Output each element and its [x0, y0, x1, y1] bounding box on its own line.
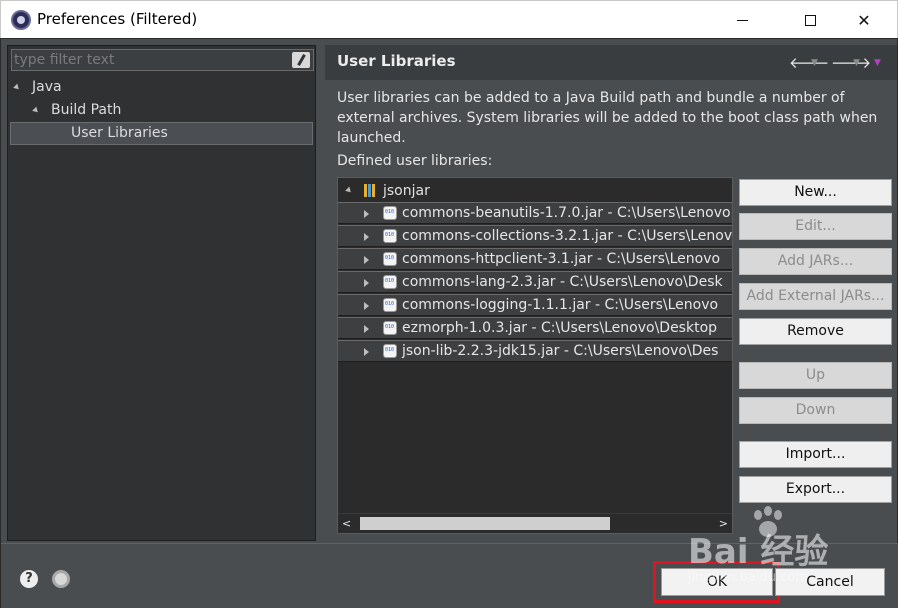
- jar-item[interactable]: commons-httpclient-3.1.jar - C:\Users\Le…: [338, 248, 732, 270]
- jar-icon: [383, 252, 397, 266]
- expand-icon[interactable]: [13, 83, 21, 92]
- filter-box: [11, 49, 314, 71]
- tree-item-label: Java: [32, 79, 62, 95]
- defined-libraries-label: Defined user libraries:: [337, 153, 493, 169]
- help-icon[interactable]: ?: [20, 570, 38, 588]
- back-dropdown-icon[interactable]: ▼: [811, 58, 818, 68]
- preference-tree: Java Build Path User Libraries: [8, 76, 315, 145]
- eclipse-icon: [11, 10, 31, 30]
- view-menu-icon[interactable]: ▼: [874, 58, 881, 68]
- user-libraries-tree[interactable]: jsonjar commons-beanutils-1.7.0.jar - C:…: [337, 177, 733, 534]
- pane-splitter[interactable]: [318, 39, 324, 543]
- remove-button[interactable]: Remove: [739, 318, 892, 345]
- tree-item-label: Build Path: [51, 102, 122, 118]
- maximize-button[interactable]: [787, 1, 833, 39]
- jar-label: commons-httpclient-3.1.jar - C:\Users\Le…: [402, 251, 721, 267]
- jar-icon: [383, 321, 397, 335]
- jar-item[interactable]: json-lib-2.2.3-jdk15.jar - C:\Users\Leno…: [338, 340, 732, 362]
- cancel-button[interactable]: Cancel: [775, 568, 885, 596]
- preferences-dialog: Java Build Path User Libraries User Libr…: [0, 38, 898, 608]
- minimize-icon: [736, 19, 748, 21]
- expand-icon[interactable]: [345, 186, 353, 195]
- jar-icon: [383, 344, 397, 358]
- window-title: Preferences (Filtered): [37, 10, 198, 28]
- add-jars-button[interactable]: Add JARs...: [739, 248, 892, 275]
- title-bar: Preferences (Filtered) ✕: [0, 0, 898, 38]
- expand-icon[interactable]: [32, 106, 40, 115]
- dialog-footer: ? OK Cancel: [1, 543, 898, 608]
- up-button[interactable]: Up: [739, 362, 892, 389]
- library-item-jsonjar[interactable]: jsonjar: [338, 180, 730, 202]
- jar-icon: [383, 206, 397, 220]
- filter-input[interactable]: [14, 51, 284, 69]
- close-icon: ✕: [857, 10, 871, 30]
- collapse-icon[interactable]: [364, 233, 369, 241]
- jar-label: commons-lang-2.3.jar - C:\Users\Lenovo\D…: [402, 274, 723, 290]
- collapse-icon[interactable]: [364, 256, 369, 264]
- tree-item-build-path[interactable]: Build Path: [8, 99, 315, 122]
- jar-icon: [383, 298, 397, 312]
- jar-item[interactable]: commons-logging-1.1.1.jar - C:\Users\Len…: [338, 294, 732, 316]
- forward-dropdown-icon[interactable]: ▼: [853, 58, 860, 68]
- jar-icon: [383, 229, 397, 243]
- scroll-right-icon[interactable]: >: [719, 517, 728, 530]
- close-button[interactable]: ✕: [841, 1, 887, 39]
- back-arrow-icon[interactable]: 🡐: [789, 53, 829, 72]
- tree-item-java[interactable]: Java: [8, 76, 315, 99]
- jar-label: commons-beanutils-1.7.0.jar - C:\Users\L…: [402, 205, 731, 221]
- jar-label: json-lib-2.2.3-jdk15.jar - C:\Users\Leno…: [402, 343, 719, 359]
- down-button[interactable]: Down: [739, 397, 892, 424]
- page-title: User Libraries: [337, 52, 456, 70]
- forward-arrow-icon[interactable]: 🡒: [831, 53, 871, 72]
- horizontal-scrollbar[interactable]: < >: [338, 513, 732, 533]
- library-icon: [364, 184, 378, 197]
- ok-highlight-box: [653, 561, 780, 603]
- jar-label: ezmorph-1.0.3.jar - C:\Users\Lenovo\Desk…: [402, 320, 718, 336]
- clear-filter-icon[interactable]: [292, 52, 310, 68]
- tree-item-user-libraries[interactable]: User Libraries: [10, 122, 313, 145]
- jar-item[interactable]: commons-collections-3.2.1.jar - C:\Users…: [338, 225, 732, 247]
- collapse-icon[interactable]: [364, 325, 369, 333]
- scroll-left-icon[interactable]: <: [342, 517, 351, 530]
- preference-tree-pane: Java Build Path User Libraries: [7, 45, 316, 541]
- maximize-icon: [804, 14, 816, 26]
- jar-item[interactable]: commons-beanutils-1.7.0.jar - C:\Users\L…: [338, 202, 732, 224]
- jar-item[interactable]: ezmorph-1.0.3.jar - C:\Users\Lenovo\Desk…: [338, 317, 732, 339]
- new-button[interactable]: New...: [739, 179, 892, 206]
- import-export-icon[interactable]: [52, 570, 70, 588]
- page-description: User libraries can be added to a Java Bu…: [337, 90, 878, 146]
- page-pane: User Libraries 🡐 ▼ 🡒 ▼ ▼ User libraries …: [325, 39, 897, 543]
- page-header: User Libraries 🡐 ▼ 🡒 ▼ ▼: [325, 45, 897, 80]
- collapse-icon[interactable]: [364, 302, 369, 310]
- collapse-icon[interactable]: [364, 348, 369, 356]
- export-button[interactable]: Export...: [739, 476, 892, 503]
- edit-button[interactable]: Edit...: [739, 213, 892, 240]
- library-name: jsonjar: [383, 183, 430, 199]
- collapse-icon[interactable]: [364, 210, 369, 218]
- minimize-button[interactable]: [719, 1, 765, 39]
- scrollbar-thumb[interactable]: [360, 517, 610, 530]
- jar-item[interactable]: commons-lang-2.3.jar - C:\Users\Lenovo\D…: [338, 271, 732, 293]
- collapse-icon[interactable]: [364, 279, 369, 287]
- tree-item-label: User Libraries: [71, 125, 168, 141]
- add-external-jars-button[interactable]: Add External JARs...: [739, 283, 892, 310]
- import-button[interactable]: Import...: [739, 441, 892, 468]
- jar-label: commons-logging-1.1.1.jar - C:\Users\Len…: [402, 297, 719, 313]
- jar-icon: [383, 275, 397, 289]
- jar-label: commons-collections-3.2.1.jar - C:\Users…: [402, 228, 732, 244]
